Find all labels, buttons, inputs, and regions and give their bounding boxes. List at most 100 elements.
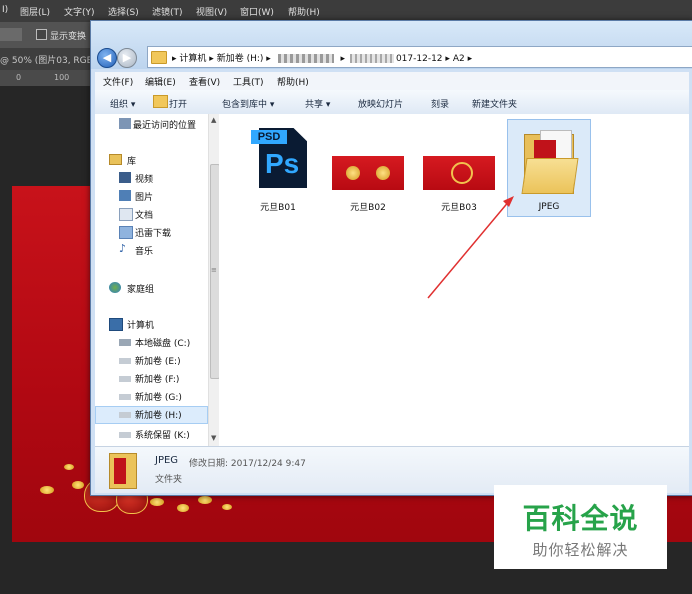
homegroup-icon [109,282,121,293]
ps-menu-filter[interactable]: 滤镜(T) [152,5,183,18]
organize-button[interactable]: 组织 ▾ [110,97,135,110]
watermark: 百科全说 助你轻松解决 [494,485,667,569]
back-button[interactable]: ◀ [97,48,117,68]
breadcrumb-separator: ▸ [209,54,214,64]
nav-item-homegroup[interactable]: 家庭组 [95,280,208,296]
breadcrumb-date-folder[interactable]: 017-12-12 [396,54,443,64]
folder-icon [151,51,167,64]
forward-button[interactable]: ▶ [117,48,137,68]
photoshop-menubar: I) 图层(L) 文字(Y) 选择(S) 滤镜(T) 视图(V) 窗口(W) 帮… [0,0,692,22]
details-name: JPEG [155,455,179,466]
ps-show-transform-label: 显示变换 [50,32,87,42]
scroll-down-icon[interactable]: ▼ [211,434,216,442]
ps-menu-help[interactable]: 帮助(H) [288,5,320,18]
details-type: 文件夹 [155,475,183,485]
nav-item-recent[interactable]: 最近访问的位置 [95,116,208,132]
breadcrumb-separator: ▸ [172,54,177,64]
address-bar[interactable]: ▸ 计算机 ▸ 新加卷 (H:) ▸ ▸ 017-12-12 ▸ A2 ▸ [147,46,692,68]
breadcrumb-drive-h[interactable]: 新加卷 (H:) [217,54,264,64]
ps-menu-select[interactable]: 选择(S) [108,5,139,18]
menu-file[interactable]: 文件(F) [103,75,133,88]
nav-item-label: 图片 [135,193,154,203]
nav-item-label: 新加卷 (E:) [135,357,181,367]
nav-item-label: 新加卷 (F:) [135,375,180,385]
file-name: 元旦B01 [260,203,296,213]
file-item[interactable]: 元旦B03 [418,118,500,214]
ps-menu-view[interactable]: 视图(V) [196,5,227,18]
scroll-up-icon[interactable]: ▲ [211,116,216,124]
file-item-selected[interactable]: JPEG [507,119,591,217]
explorer-menubar: 文件(F) 编辑(E) 查看(V) 工具(T) 帮助(H) [95,72,689,91]
menu-help[interactable]: 帮助(H) [277,75,309,88]
file-name: 元旦B02 [350,203,386,213]
nav-item-thunder[interactable]: 迅雷下载 [95,224,208,240]
drive-icon [119,412,131,418]
slideshow-button[interactable]: 放映幻灯片 [358,97,403,110]
burn-button[interactable]: 刻录 [431,97,449,110]
ps-menu-window[interactable]: 窗口(W) [240,5,274,18]
library-icon [109,154,122,165]
file-item[interactable]: 元旦B02 [327,118,409,214]
breadcrumb-redacted [349,54,394,63]
folder-icon [521,130,579,194]
breadcrumb-separator: ▸ [445,54,450,64]
nav-item-drive-c[interactable]: 本地磁盘 (C:) [95,334,208,350]
nav-item-pictures[interactable]: 图片 [95,188,208,204]
nav-item-label: 库 [127,157,137,167]
nav-item-label: 新加卷 (H:) [135,411,182,421]
breadcrumb-separator: ▸ [266,54,271,64]
navigation-pane: 最近访问的位置 库 视频 图片 文档 迅雷下载 ♪ 音乐 家庭组 计算机 本地磁… [95,114,208,446]
image-thumbnail-icon [423,156,495,190]
nav-item-drive-f[interactable]: 新加卷 (F:) [95,370,208,386]
open-button[interactable]: 打开 [169,97,187,110]
ps-menu-type[interactable]: 文字(Y) [64,5,95,18]
drive-icon [119,358,131,364]
nav-item-drive-g[interactable]: 新加卷 (G:) [95,388,208,404]
menu-view[interactable]: 查看(V) [189,75,220,88]
breadcrumb-computer[interactable]: 计算机 [179,54,206,64]
nav-item-label: 本地磁盘 (C:) [135,339,191,349]
nav-item-libraries[interactable]: 库 [95,152,208,168]
video-icon [119,172,131,183]
ruler-label: 0 [16,73,22,82]
menu-edit[interactable]: 编辑(E) [145,75,176,88]
explorer-titlebar: ◀ ▶ ▸ 计算机 ▸ 新加卷 (H:) ▸ ▸ 017-12-12 ▸ A2 … [91,21,692,69]
breadcrumb-separator: ▸ [340,54,346,64]
share-button[interactable]: 共享 ▾ [305,97,330,110]
nav-item-drive-k[interactable]: 系统保留 (K:) [95,426,208,442]
nav-item-label: 文档 [135,211,154,221]
psd-file-icon: Ps PSD [251,128,307,188]
open-icon [153,95,168,108]
new-folder-button[interactable]: 新建文件夹 [472,97,517,110]
nav-item-label: 计算机 [127,321,155,331]
nav-item-videos[interactable]: 视频 [95,170,208,186]
nav-item-drive-e[interactable]: 新加卷 (E:) [95,352,208,368]
scroll-grip-icon: ≡ [211,266,217,274]
ruler-label: 100 [54,73,70,82]
music-note-icon: ♪ [119,242,127,255]
nav-item-documents[interactable]: 文档 [95,206,208,222]
watermark-subtitle: 助你轻松解决 [532,541,629,559]
download-icon [119,226,133,239]
menu-tools[interactable]: 工具(T) [233,75,264,88]
ps-menu-image[interactable]: I) [2,5,8,15]
image-thumbnail-icon [332,156,404,190]
ps-document-tab-label: @ 50% (图片03, RGB [0,56,93,66]
drive-icon [119,394,131,400]
drive-icon [119,339,131,346]
breadcrumb-a2[interactable]: A2 [453,54,465,64]
breadcrumb-separator: ▸ [467,54,473,64]
ps-tool-dropdown[interactable] [0,28,22,41]
nav-item-label: 系统保留 (K:) [135,431,190,441]
file-name: JPEG [538,202,560,212]
include-in-library-button[interactable]: 包含到库中 ▾ [222,97,274,110]
nav-item-drive-h[interactable]: 新加卷 (H:) [95,406,208,424]
psd-tag: PSD [251,130,287,144]
folder-preview-icon [109,453,137,489]
file-item[interactable]: Ps PSD 元旦B01 [237,118,319,214]
computer-icon [109,318,123,331]
ps-show-transform-checkbox[interactable] [36,29,47,40]
ps-menu-layer[interactable]: 图层(L) [20,5,50,18]
nav-item-music[interactable]: ♪ 音乐 [95,242,208,258]
nav-item-computer[interactable]: 计算机 [95,316,208,332]
